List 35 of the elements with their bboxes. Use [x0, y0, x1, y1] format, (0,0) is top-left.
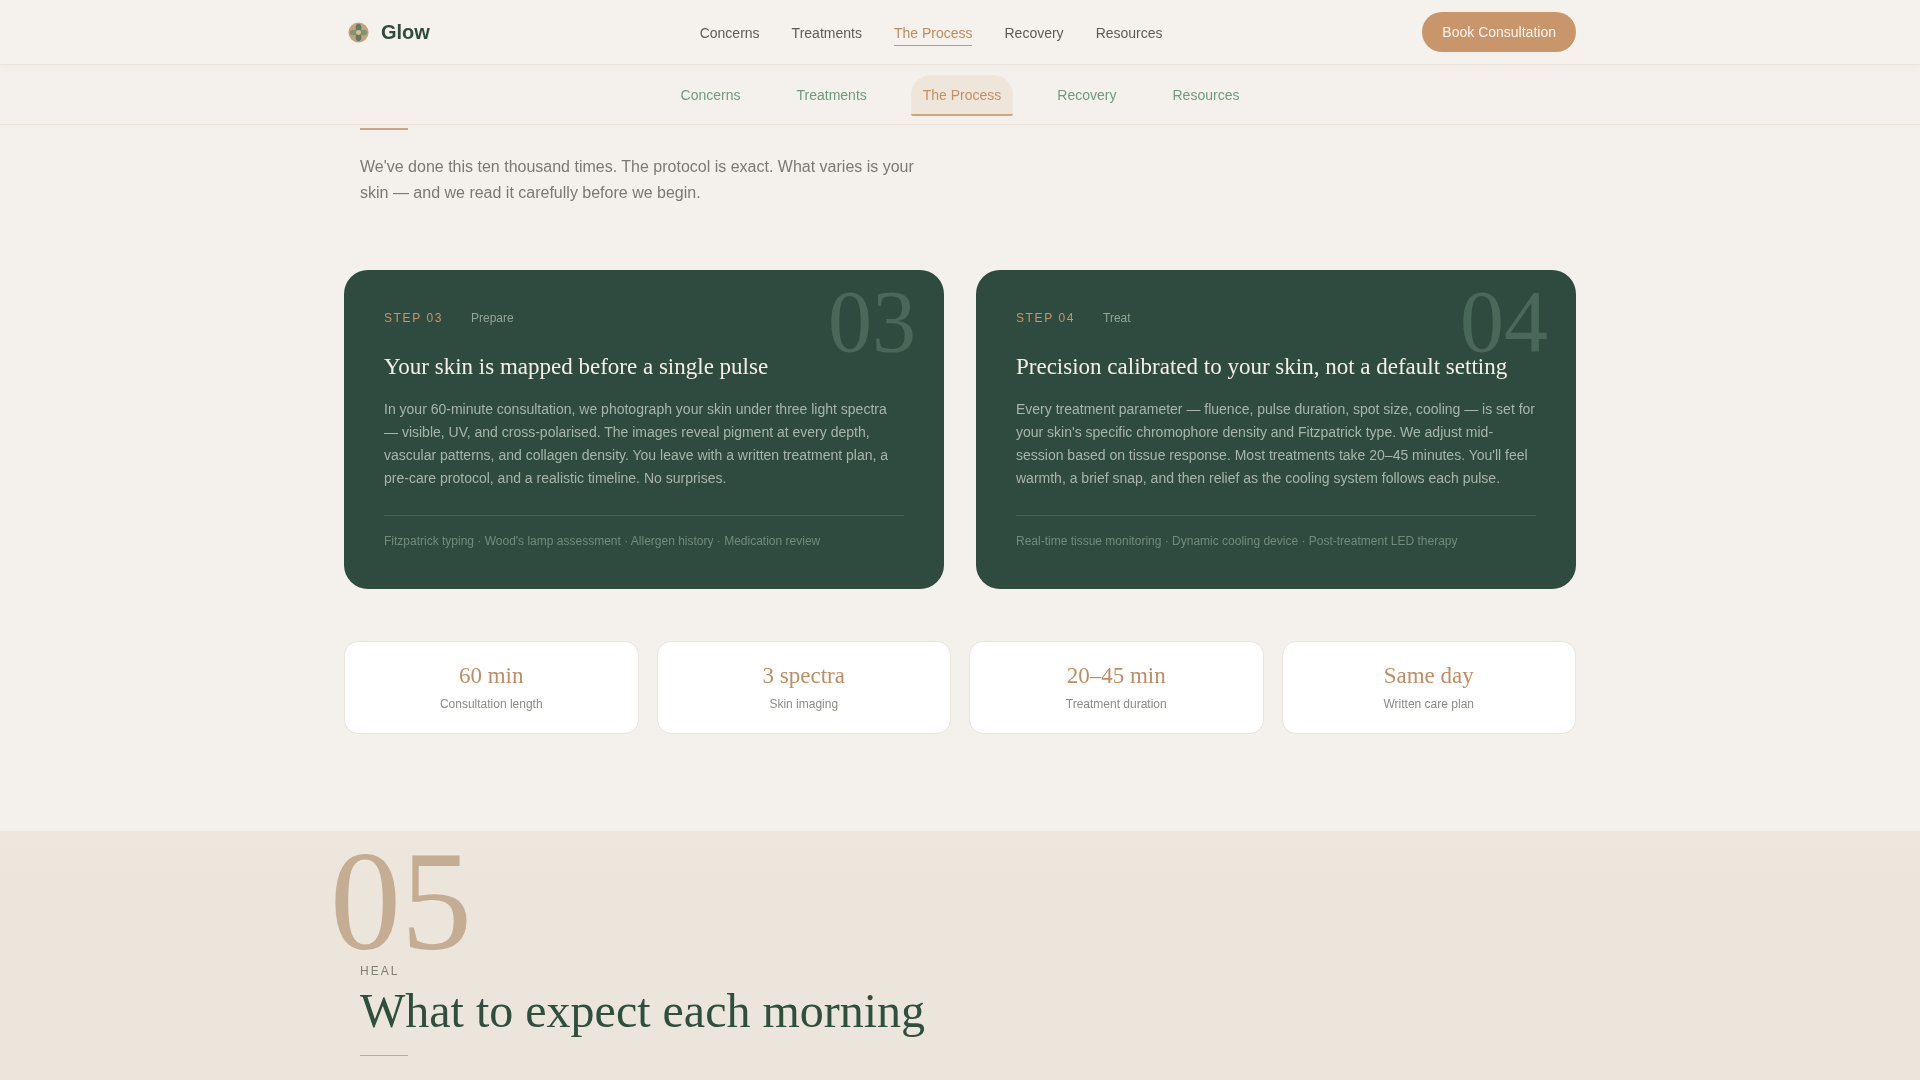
stat-label: Skin imaging: [769, 696, 839, 712]
step-title: Your skin is mapped before a single pulse: [384, 352, 770, 381]
step-description: In your 60-minute consultation, we photograph your skin under three light spectra — visible, UV, and cross-polarised. The images reveal pigment at every depth, vascular patterns, and collagen density. You leave with a written treatment plan, a pre-care protocol, and a realistic timeline. No surprises.: [384, 399, 890, 488]
logo-icon[interactable]: [348, 21, 369, 43]
nav-link[interactable]: Treatments: [791, 21, 862, 46]
step-label: STEP 04: [1016, 310, 1075, 325]
step-label: STEP 03: [384, 310, 443, 325]
brand-name[interactable]: Glow: [381, 20, 430, 44]
stat-value: 3 spectra: [762, 662, 845, 690]
stat-value: Same day: [1383, 662, 1474, 690]
step-description: Every treatment parameter — fluence, pulse duration, spot size, cooling — is set for your skin's specific chromophore density and Fitzpatrick type. We adjust mid-session based on tissue response. Most treatments take 20–45 minutes. You'll feel warmth, a brief snap, and then relief as the cooling system follows each pulse.: [1016, 399, 1536, 488]
stat-label: Treatment duration: [1065, 696, 1167, 712]
section-tab[interactable]: The Process: [910, 75, 1014, 116]
step-phase: Treat: [1103, 310, 1131, 325]
section-heading: What to expect each morning: [360, 982, 927, 1039]
cta-button[interactable]: Book Consultation: [1422, 12, 1576, 52]
section-tab[interactable]: Treatments: [784, 75, 879, 116]
section-numeral: 05: [330, 844, 472, 959]
section-tab[interactable]: Resources: [1160, 75, 1252, 116]
intro-paragraph: We've done this ten thousand times. The protocol is exact. What varies is your skin — and we read it carefully before we begin.: [360, 156, 915, 203]
step-features: Fitzpatrick typing · Wood's lamp assessment · Allergen history · Medication review: [384, 532, 822, 549]
section-tab[interactable]: Recovery: [1045, 75, 1129, 116]
step-phase: Prepare: [471, 310, 514, 325]
step-features: Real-time tissue monitoring · Dynamic cooling device · Post-treatment LED therapy: [1016, 532, 1459, 549]
stat-value: 20–45 min: [1066, 662, 1166, 690]
section-tab[interactable]: Concerns: [668, 75, 753, 116]
nav-link[interactable]: Resources: [1095, 21, 1163, 46]
nav-link[interactable]: Concerns: [699, 21, 760, 46]
step-title: Precision calibrated to your skin, not a default setting: [1016, 353, 1509, 381]
nav-link[interactable]: Recovery: [1004, 21, 1064, 46]
nav-link[interactable]: The Process: [893, 21, 973, 46]
stat-label: Consultation length: [439, 696, 543, 712]
stat-value: 60 min: [459, 662, 524, 690]
stat-label: Written care plan: [1383, 696, 1474, 712]
section-eyebrow: HEAL: [360, 962, 401, 979]
